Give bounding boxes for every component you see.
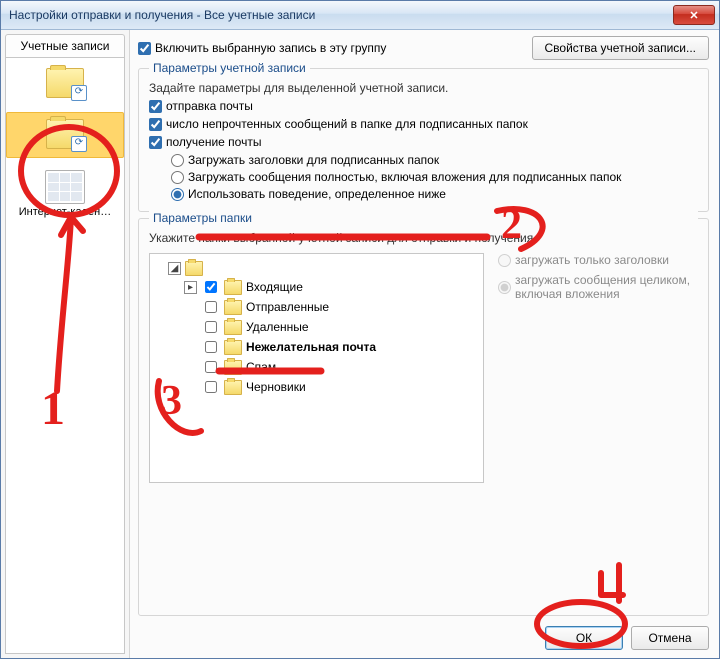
tree-node-checkbox[interactable] [205, 301, 217, 313]
radio-full-input[interactable] [171, 171, 184, 184]
radio-headers[interactable]: Загружать заголовки для подписанных папо… [171, 153, 698, 167]
expand-icon[interactable]: ▸ [184, 281, 197, 294]
account-params-desc: Задайте параметры для выделенной учетной… [149, 81, 698, 95]
radio-full-label: Загружать сообщения полностью, включая в… [188, 170, 621, 184]
collapse-icon[interactable]: ◢ [168, 262, 181, 275]
top-row: Включить выбранную запись в эту группу С… [138, 36, 709, 60]
dialog-buttons: ОК Отмена [138, 616, 709, 650]
side-radio-full-input [498, 281, 511, 294]
sync-badge-icon: ⟳ [71, 85, 87, 101]
sync-badge-icon: ⟳ [71, 136, 87, 152]
folder-icon [224, 380, 242, 395]
folder-side-options: загружать только заголовки загружать соо… [498, 253, 698, 483]
folder-tree[interactable]: ◢ ▸ Входящие Отправленные Удаленные Нежелате… [149, 253, 484, 483]
send-mail-input[interactable] [149, 100, 162, 113]
folder-icon [224, 340, 242, 355]
folder-params-desc: Укажите папки выбранной учетной записи д… [149, 231, 698, 245]
accounts-list: ⟳ ⟳ Интернет-кален… [5, 57, 125, 654]
include-in-group-input[interactable] [138, 42, 151, 55]
tree-node-label: Отправленные [246, 300, 329, 314]
radio-custom[interactable]: Использовать поведение, определенное ниж… [171, 187, 698, 201]
send-mail-label: отправка почты [166, 99, 253, 113]
titlebar: Настройки отправки и получения - Все уче… [1, 1, 719, 30]
tree-node-label: Черновики [246, 380, 306, 394]
folder-icon [185, 261, 203, 276]
unread-count-input[interactable] [149, 118, 162, 131]
tree-node-label: Спам [246, 360, 276, 374]
folder-params-legend: Параметры папки [149, 211, 698, 225]
tree-node-checkbox[interactable] [205, 341, 217, 353]
tree-node[interactable]: Черновики [154, 377, 479, 397]
ok-button[interactable]: ОК [545, 626, 623, 650]
tree-node-checkbox[interactable] [205, 381, 217, 393]
dialog-body: Учетные записи ⟳ ⟳ Интернет-кален… [1, 30, 719, 658]
side-radio-headers-label: загружать только заголовки [515, 253, 669, 267]
account-item-3[interactable]: Интернет-кален… [6, 164, 124, 224]
side-radio-headers: загружать только заголовки [498, 253, 698, 267]
tree-node-checkbox[interactable] [205, 281, 217, 293]
side-radio-full: загружать сообщения целиком, включая вло… [498, 273, 698, 301]
receive-mail-label: получение почты [166, 135, 261, 149]
tree-node-checkbox[interactable] [205, 321, 217, 333]
folder-icon: ⟳ [46, 119, 84, 149]
account-properties-button[interactable]: Свойства учетной записи... [532, 36, 709, 60]
account-item-2-selected[interactable]: ⟳ [6, 112, 124, 158]
tree-node[interactable]: ▸ Входящие [154, 277, 479, 297]
radio-full[interactable]: Загружать сообщения полностью, включая в… [171, 170, 698, 184]
account-item-1[interactable]: ⟳ [6, 62, 124, 106]
tree-node-checkbox[interactable] [205, 361, 217, 373]
receive-mail-checkbox[interactable]: получение почты [149, 135, 698, 149]
folder-icon [224, 280, 242, 295]
tree-node-label: Удаленные [246, 320, 309, 334]
close-button[interactable]: ✕ [673, 5, 715, 25]
cancel-button[interactable]: Отмена [631, 626, 709, 650]
tree-node[interactable]: Отправленные [154, 297, 479, 317]
unread-count-checkbox[interactable]: число непрочтенных сообщений в папке для… [149, 117, 698, 131]
settings-panel: Включить выбранную запись в эту группу С… [130, 30, 719, 658]
account-params-fieldset: Параметры учетной записи Задайте парамет… [138, 68, 709, 212]
side-radio-full-label: загружать сообщения целиком, включая вло… [515, 273, 698, 301]
tree-root[interactable]: ◢ [154, 260, 479, 277]
folder-params-fieldset: Параметры папки Укажите папки выбранной … [138, 218, 709, 616]
folder-icon: ⟳ [46, 68, 84, 98]
folder-icon [224, 300, 242, 315]
unread-count-label: число непрочтенных сообщений в папке для… [166, 117, 528, 131]
folder-icon [224, 320, 242, 335]
account-params-legend: Параметры учетной записи [149, 61, 310, 75]
tree-node-label: Нежелательная почта [246, 340, 376, 354]
radio-custom-label: Использовать поведение, определенное ниж… [188, 187, 446, 201]
radio-custom-input[interactable] [171, 188, 184, 201]
accounts-sidebar: Учетные записи ⟳ ⟳ Интернет-кален… [1, 30, 130, 658]
send-mail-checkbox[interactable]: отправка почты [149, 99, 698, 113]
tree-node[interactable]: Удаленные [154, 317, 479, 337]
radio-headers-input[interactable] [171, 154, 184, 167]
folder-icon [224, 360, 242, 375]
include-in-group-checkbox[interactable]: Включить выбранную запись в эту группу [138, 41, 386, 55]
include-in-group-label: Включить выбранную запись в эту группу [155, 41, 386, 55]
tree-node[interactable]: Спам [154, 357, 479, 377]
window-title: Настройки отправки и получения - Все уче… [9, 8, 673, 22]
tree-node[interactable]: Нежелательная почта [154, 337, 479, 357]
tree-node-label: Входящие [246, 280, 303, 294]
accounts-tab[interactable]: Учетные записи [5, 34, 125, 57]
calendar-icon [45, 170, 85, 204]
receive-options: Загружать заголовки для подписанных папо… [171, 153, 698, 201]
receive-mail-input[interactable] [149, 136, 162, 149]
folder-area: ◢ ▸ Входящие Отправленные Удаленные Нежелате… [149, 253, 698, 483]
radio-headers-label: Загружать заголовки для подписанных папо… [188, 153, 439, 167]
dialog-window: Настройки отправки и получения - Все уче… [0, 0, 720, 659]
account-label: Интернет-кален… [19, 206, 111, 218]
side-radio-headers-input [498, 254, 511, 267]
